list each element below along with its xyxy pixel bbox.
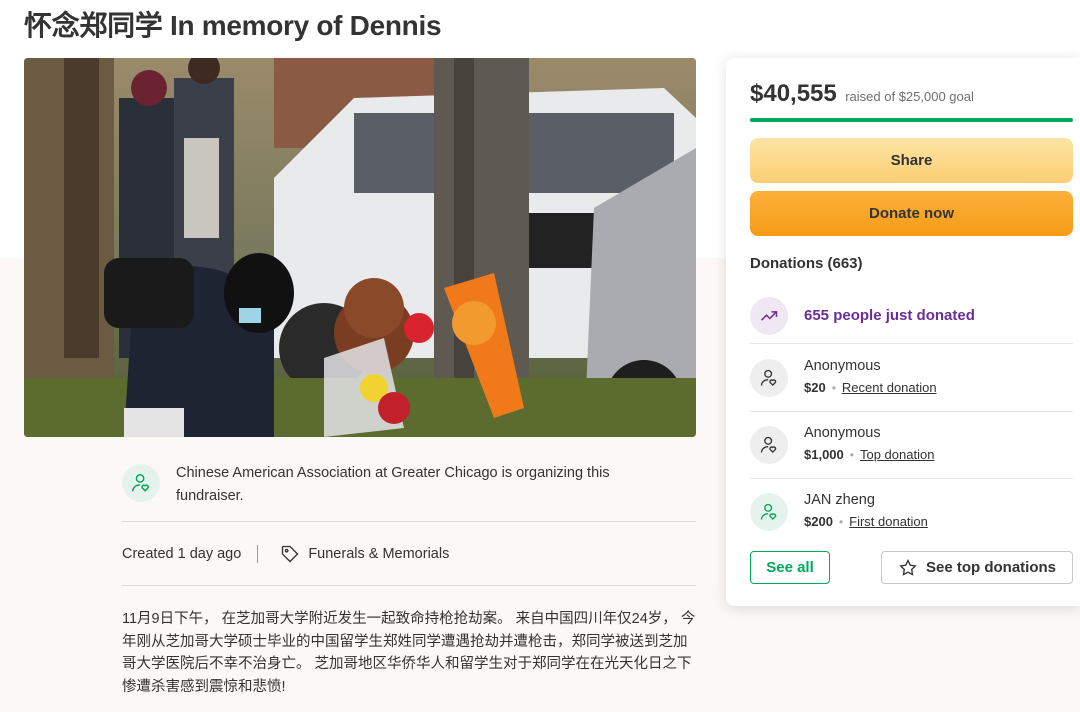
donor-name: Anonymous: [804, 358, 881, 374]
donation-card: $40,555 raised of $25,000 goal Share Don…: [726, 58, 1080, 606]
donor-details: $200 • First donation: [804, 514, 928, 529]
donation-kind-link[interactable]: First donation: [849, 514, 928, 529]
meta-divider: [257, 544, 259, 563]
campaign-photo: [24, 58, 696, 437]
donation-amount: $1,000: [804, 447, 844, 462]
donation-item: Anonymous $20 • Recent donation: [750, 345, 1073, 412]
donor-name: Anonymous: [804, 425, 881, 441]
story-text: 11月9日下午， 在芝加哥大学附近发生一起致命持枪抢劫案。 来自中国四川年仅24…: [122, 611, 696, 695]
tag-icon: [280, 544, 300, 564]
campaign-title: 怀念郑同学 In memory of Dennis: [24, 10, 442, 41]
donor-details: $1,000 • Top donation: [804, 447, 934, 462]
campaign-meta: Created 1 day ago Funerals & Memorials: [122, 522, 696, 586]
category-link[interactable]: Funerals & Memorials: [308, 546, 449, 562]
donation-item: JAN zheng $200 • First donation: [750, 479, 1073, 546]
progress-bar: [750, 118, 1073, 122]
see-top-donations-label: See top donations: [925, 559, 1056, 576]
donor-avatar-icon: [750, 493, 788, 531]
donation-amount: $200: [804, 514, 833, 529]
donor-avatar-icon: [750, 426, 788, 464]
donor-name: JAN zheng: [804, 492, 875, 508]
see-top-donations-button[interactable]: See top donations: [881, 551, 1073, 584]
star-icon: [899, 558, 917, 576]
organizer-section: Chinese American Association at Greater …: [122, 462, 696, 522]
donor-details: $20 • Recent donation: [804, 380, 937, 395]
dot-separator: •: [849, 448, 854, 462]
dot-separator: •: [831, 381, 836, 395]
raised-amount: $40,555: [750, 80, 837, 107]
trending-up-icon: [750, 296, 788, 335]
see-all-button[interactable]: See all: [750, 551, 830, 584]
share-button[interactable]: Share: [750, 138, 1073, 183]
organizer-text: Chinese American Association at Greater …: [176, 465, 610, 504]
donations-heading: Donations (663): [750, 255, 863, 272]
donation-amount: $20: [804, 380, 826, 395]
progress-fill: [750, 118, 1073, 122]
created-date: Created 1 day ago: [122, 545, 242, 562]
goal-text: raised of $25,000 goal: [845, 89, 974, 104]
donor-avatar-icon: [750, 359, 788, 397]
donation-kind-link[interactable]: Recent donation: [842, 380, 937, 395]
dot-separator: •: [838, 515, 844, 529]
donation-item: Anonymous $1,000 • Top donation: [750, 412, 1073, 479]
recent-donors-summary: 655 people just donated: [750, 288, 1073, 344]
donate-now-button[interactable]: Donate now: [750, 191, 1073, 236]
user-heart-icon: [122, 464, 160, 502]
raised-summary: $40,555 raised of $25,000 goal: [750, 80, 974, 108]
donation-kind-link[interactable]: Top donation: [860, 447, 934, 462]
trend-text: 655 people just donated: [804, 307, 975, 324]
